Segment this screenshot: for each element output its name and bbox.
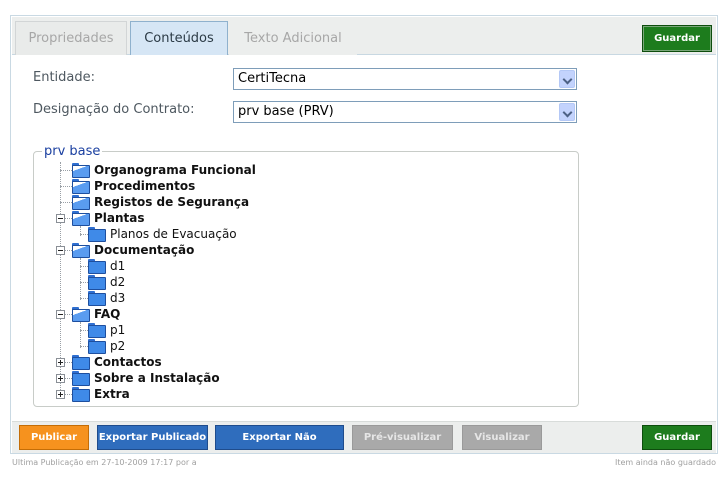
tree-guide	[80, 346, 88, 347]
tab-texto-adicional[interactable]: Texto Adicional	[229, 21, 357, 55]
chevron-down-icon[interactable]	[559, 70, 575, 88]
tree-node[interactable]: Procedimentos	[72, 178, 195, 194]
folder-icon	[72, 371, 90, 386]
tree-node-label: d2	[110, 275, 126, 289]
tree-node[interactable]: Extra	[72, 386, 130, 402]
tree-node-label: p2	[110, 339, 126, 353]
collapse-icon[interactable]	[56, 214, 65, 223]
tree-node-label: d1	[110, 259, 126, 273]
folder-icon	[88, 339, 106, 354]
tab-conteudos[interactable]: Conteúdos	[130, 21, 228, 55]
tree-node[interactable]: Contactos	[72, 354, 162, 370]
folder-icon	[88, 227, 106, 242]
tree-node-label: Documentação	[94, 243, 195, 257]
tree-node[interactable]: d3	[88, 290, 125, 306]
expand-icon[interactable]	[56, 358, 65, 367]
tree-node[interactable]: p1	[88, 322, 125, 338]
folder-icon	[88, 291, 106, 306]
expand-icon[interactable]	[56, 374, 65, 383]
collapse-icon[interactable]	[56, 246, 65, 255]
tree-node[interactable]: Organograma Funcional	[72, 162, 256, 178]
folder-open-icon	[72, 243, 90, 258]
tree-node-label: Sobre a Instalação	[94, 371, 220, 385]
save-button-bottom[interactable]: Guardar	[642, 425, 712, 450]
entity-select-value: CertiTecna	[238, 71, 307, 86]
view-button[interactable]: Visualizar	[462, 425, 542, 450]
tree-node[interactable]: Planos de Evacuação	[88, 226, 237, 242]
tab-propriedades[interactable]: Propriedades	[15, 21, 127, 55]
tree-node[interactable]: Registos de Segurança	[72, 194, 249, 210]
tree-node-label: p1	[110, 323, 126, 337]
tree-node-label: Plantas	[94, 211, 145, 225]
folder-icon	[88, 275, 106, 290]
publish-button[interactable]: Publicar	[19, 425, 89, 450]
entity-select[interactable]: CertiTecna	[233, 68, 577, 90]
editor-panel: Propriedades Conteúdos Texto Adicional G…	[10, 15, 718, 466]
tree-node[interactable]: d2	[88, 274, 125, 290]
tree-guide	[60, 186, 72, 187]
content-tree: prv base Organograma Funcional Procedime…	[33, 144, 579, 407]
tree-node[interactable]: Sobre a Instalação	[72, 370, 220, 386]
tree-guide	[80, 266, 88, 267]
tree-guide	[80, 330, 88, 331]
contract-select-value: prv base (PRV)	[238, 104, 334, 119]
tree-node-label: d3	[110, 291, 126, 305]
tree-node[interactable]: d1	[88, 258, 125, 274]
export-published-button[interactable]: Exportar Publicado	[97, 425, 208, 450]
action-bar: Publicar Exportar Publicado Exportar Não…	[12, 421, 716, 466]
last-publication-text: Ultima Publicação em 27-10-2009 17:17 po…	[12, 458, 197, 467]
tree-root-label[interactable]: prv base	[42, 144, 103, 159]
save-button-top[interactable]: Guardar	[642, 25, 712, 52]
folder-open-icon	[72, 211, 90, 226]
tree-guide	[80, 258, 81, 300]
tree-node-label: Planos de Evacuação	[110, 227, 237, 241]
tree-guide	[80, 234, 88, 235]
tree-node-label: Procedimentos	[94, 179, 196, 193]
folder-open-icon	[72, 163, 90, 178]
tree-node-label: Contactos	[94, 355, 162, 369]
tree-guide	[80, 282, 88, 283]
tree-node-label: FAQ	[94, 307, 121, 321]
collapse-icon[interactable]	[56, 310, 65, 319]
tree-node[interactable]: p2	[88, 338, 125, 354]
tree-node[interactable]: Plantas	[72, 210, 145, 226]
preview-button[interactable]: Pré-visualizar	[352, 425, 453, 450]
folder-open-icon	[72, 195, 90, 210]
tree-node-label: Registos de Segurança	[94, 195, 250, 209]
folder-icon	[72, 387, 90, 402]
folder-icon	[88, 259, 106, 274]
contract-select[interactable]: prv base (PRV)	[233, 101, 577, 123]
folder-icon	[72, 355, 90, 370]
tab-bar: Propriedades Conteúdos Texto Adicional G…	[12, 17, 716, 55]
tree-node-label: Extra	[94, 387, 130, 401]
tree-node[interactable]: FAQ	[72, 306, 120, 322]
save-status-text: Item ainda não guardado	[614, 458, 716, 467]
export-unpublished-button[interactable]: Exportar Não Publicado	[215, 425, 344, 466]
tree-node-label: Organograma Funcional	[94, 163, 256, 177]
tree-guide	[80, 322, 81, 348]
folder-icon	[88, 323, 106, 338]
tree-guide	[60, 202, 72, 203]
expand-icon[interactable]	[56, 390, 65, 399]
entity-label: Entidade:	[33, 70, 96, 85]
tree-guide	[80, 298, 88, 299]
tree-guide	[60, 170, 72, 171]
tree-node[interactable]: Documentação	[72, 242, 194, 258]
folder-open-icon	[72, 179, 90, 194]
contract-label: Designação do Contrato:	[33, 102, 195, 117]
folder-open-icon	[72, 307, 90, 322]
chevron-down-icon[interactable]	[559, 103, 575, 121]
